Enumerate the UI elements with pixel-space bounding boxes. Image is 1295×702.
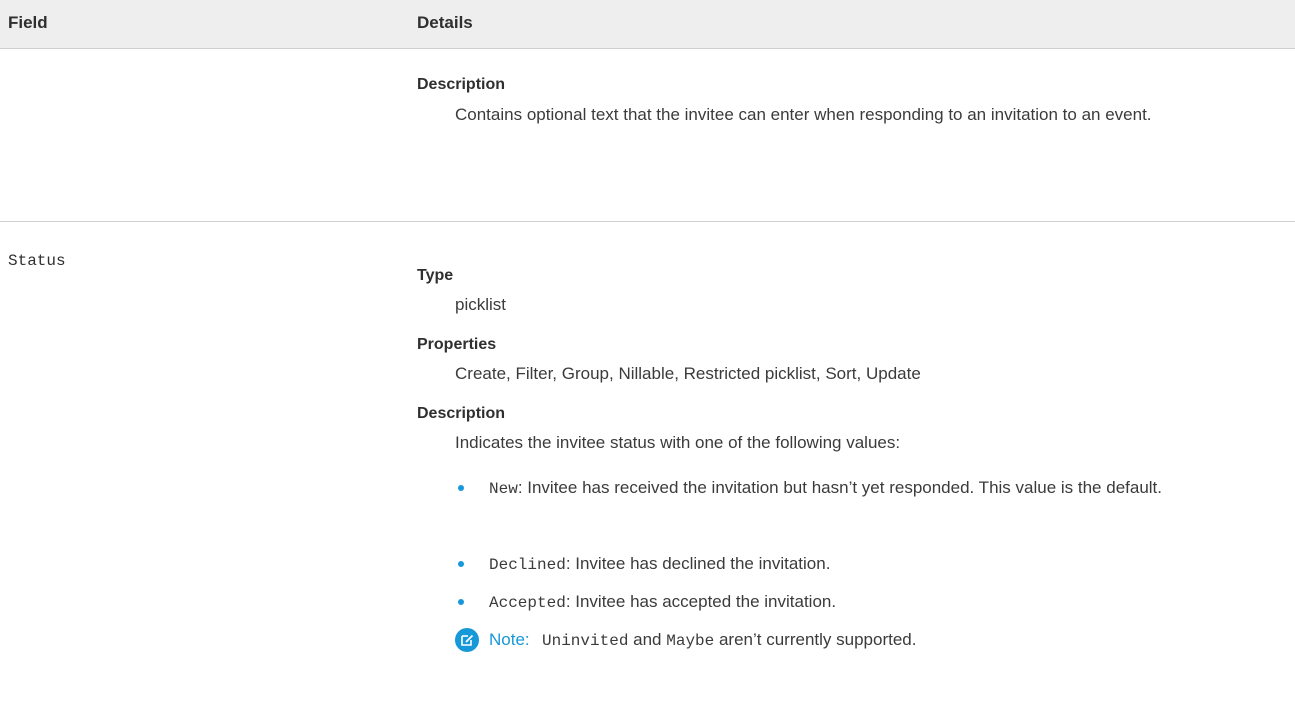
note-code-maybe: Maybe (666, 632, 715, 650)
description-label: Description (417, 76, 506, 93)
value-code: New (489, 480, 518, 498)
note-text: and (628, 630, 667, 649)
note-body: Uninvited and Maybe aren’t currently sup… (542, 624, 916, 657)
table-row: Status Type picklist Properties Create, … (0, 222, 1295, 702)
column-header-details: Details (417, 13, 473, 32)
table-row: Description Contains optional text that … (0, 49, 1295, 222)
edit-note-icon (455, 628, 479, 652)
field-name: Status (8, 252, 66, 270)
column-header-field: Field (8, 13, 48, 32)
bullet-icon (458, 599, 464, 605)
note-label: Note: (489, 630, 530, 649)
field-table: Field Details Description Contains optio… (0, 0, 1295, 702)
type-value: picklist (455, 295, 507, 314)
description-text: Contains optional text that the invitee … (455, 105, 1152, 124)
value-code: Declined (489, 556, 566, 574)
bullet-icon (458, 485, 464, 491)
value-text: : Invitee has accepted the invitation. (565, 592, 837, 611)
table-header-row: Field Details (0, 0, 1295, 49)
description-intro: Indicates the invitee status with one of… (455, 433, 901, 452)
note-text-tail: aren’t currently supported. (714, 630, 917, 649)
properties-value: Create, Filter, Group, Nillable, Restric… (455, 364, 921, 383)
bullet-icon (458, 561, 464, 567)
value-text: : Invitee has received the invitation bu… (517, 478, 1163, 497)
type-label: Type (417, 267, 454, 284)
value-code: Accepted (489, 594, 566, 612)
value-text: : Invitee has declined the invitation. (565, 554, 831, 573)
description-label: Description (417, 405, 506, 422)
note-code-uninvited: Uninvited (542, 632, 629, 650)
properties-label: Properties (417, 336, 497, 353)
